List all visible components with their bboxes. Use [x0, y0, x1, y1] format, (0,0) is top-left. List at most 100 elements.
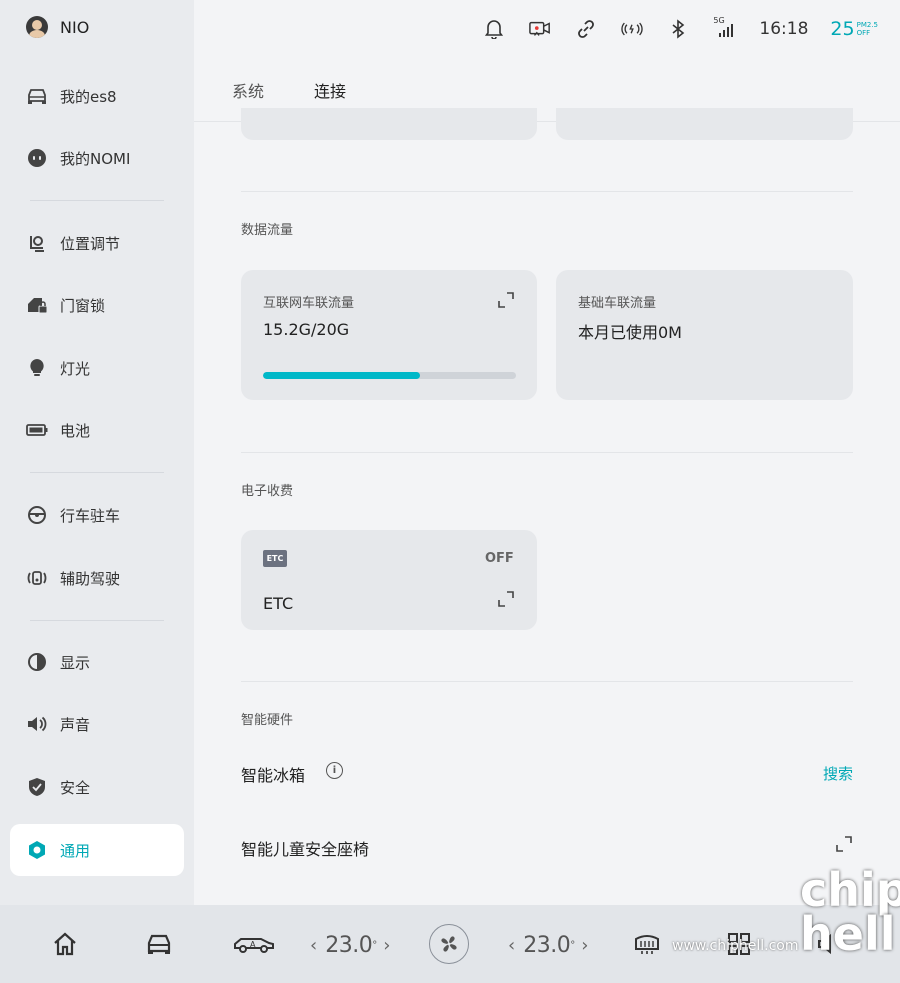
temp-down-left-icon[interactable]: ‹ — [310, 935, 317, 956]
sidebar-item-driving-parking[interactable]: 行车驻车 — [10, 489, 184, 541]
sidebar-item-label: 通用 — [60, 841, 91, 860]
sidebar-item-label: 我的NOMI — [60, 149, 131, 168]
pm25-state: OFF — [856, 29, 871, 37]
hotspot-icon[interactable] — [621, 18, 644, 40]
sidebar-divider — [30, 620, 164, 621]
clock: 16:18 — [759, 19, 809, 39]
watermark-url: www.chiphell.com — [672, 938, 799, 954]
display-contrast-icon — [26, 651, 48, 673]
car-front-icon — [26, 85, 48, 107]
pm25-value: 25 — [830, 18, 855, 40]
temp-up-left-icon[interactable]: › — [383, 935, 390, 956]
status-bar: 5G 16:18 25 PM2.5 OFF — [459, 14, 878, 44]
sidebar-item-label: 电池 — [60, 421, 91, 440]
sidebar-item-battery[interactable]: 电池 — [10, 404, 184, 456]
seat-adjust-icon — [26, 232, 48, 254]
scrolled-card-right[interactable] — [556, 108, 853, 140]
user-name: NIO — [60, 17, 90, 37]
sidebar-item-label: 声音 — [60, 715, 91, 734]
degree-icon: ° — [570, 940, 576, 951]
smart-fridge-label: 智能冰箱 — [241, 766, 306, 785]
data-usage-progress-fill — [263, 372, 420, 379]
home-icon[interactable] — [50, 929, 80, 959]
data-usage-progress — [263, 372, 516, 379]
network-type: 5G — [713, 16, 725, 25]
sidebar: NIO 我的es8 我的NOMI 位置调节 门窗锁 灯光 电池 行车驻车 辅助驾… — [0, 0, 194, 905]
expand-icon[interactable] — [498, 591, 514, 607]
sidebar-item-lights[interactable]: 灯光 — [10, 342, 184, 394]
temp-down-right-icon[interactable]: ‹ — [508, 935, 515, 956]
sidebar-item-door-lock[interactable]: 门窗锁 — [10, 279, 184, 331]
section-divider — [241, 681, 853, 682]
bluetooth-icon[interactable] — [667, 18, 689, 40]
sidebar-item-label: 行车驻车 — [60, 506, 121, 525]
avatar — [26, 16, 48, 38]
sidebar-item-display[interactable]: 显示 — [10, 636, 184, 688]
assist-drive-icon — [26, 567, 48, 589]
section-divider — [241, 191, 853, 192]
section-title-hardware: 智能硬件 — [241, 713, 294, 728]
sidebar-item-sound[interactable]: 声音 — [10, 698, 184, 750]
sidebar-item-label: 辅助驾驶 — [60, 569, 121, 588]
info-icon[interactable]: i — [326, 762, 343, 779]
expand-icon[interactable] — [836, 836, 852, 852]
speaker-icon — [26, 713, 48, 735]
auto-car-icon[interactable]: A — [232, 929, 276, 959]
steering-wheel-icon — [26, 504, 48, 526]
child-seat-label[interactable]: 智能儿童安全座椅 — [241, 836, 369, 860]
bell-icon[interactable] — [483, 18, 505, 40]
car-front-icon[interactable] — [144, 929, 174, 959]
internet-data-value: 15.2G/20G — [263, 320, 350, 339]
pm25-label-group: PM2.5 OFF — [857, 21, 878, 37]
nomi-face-icon — [26, 147, 48, 169]
sidebar-item-assist-driving[interactable]: 辅助驾驶 — [10, 552, 184, 604]
battery-icon — [26, 419, 48, 441]
etc-card[interactable] — [241, 530, 537, 630]
user-profile[interactable]: NIO — [26, 16, 89, 38]
pm25-indicator[interactable]: 25 PM2.5 OFF — [830, 18, 878, 40]
pm25-label: PM2.5 — [856, 21, 878, 29]
rear-defrost-icon[interactable] — [632, 929, 662, 959]
general-settings-icon — [26, 839, 48, 861]
section-title-data-usage: 数据流量 — [241, 223, 294, 238]
section-title-etc: 电子收费 — [241, 484, 294, 499]
door-lock-icon — [26, 294, 48, 316]
sidebar-item-label: 安全 — [60, 778, 91, 797]
sidebar-item-safety[interactable]: 安全 — [10, 761, 184, 813]
scrolled-card-left[interactable] — [241, 108, 537, 140]
etc-state[interactable]: OFF — [485, 551, 514, 566]
left-temperature-control: ‹ 23.0 ° › — [310, 933, 390, 958]
cellular-5g-icon: 5G — [713, 16, 735, 40]
etc-label: ETC — [263, 594, 294, 613]
shield-icon — [26, 776, 48, 798]
sidebar-item-my-nomi[interactable]: 我的NOMI — [10, 132, 184, 184]
sidebar-item-label: 位置调节 — [60, 234, 121, 253]
fan-icon[interactable] — [429, 924, 469, 964]
sidebar-item-label: 显示 — [60, 653, 91, 672]
basic-data-label: 基础车联流量 — [578, 296, 657, 311]
dashcam-icon[interactable] — [529, 18, 551, 40]
etc-badge-icon: ETC — [263, 550, 287, 567]
sidebar-item-label: 灯光 — [60, 359, 91, 378]
sidebar-item-my-es8[interactable]: 我的es8 — [10, 70, 184, 122]
sidebar-divider — [30, 472, 164, 473]
sidebar-item-seat-adjust[interactable]: 位置调节 — [10, 217, 184, 269]
basic-data-value: 本月已使用0M — [578, 323, 682, 342]
sidebar-divider — [30, 200, 164, 201]
sidebar-item-general[interactable]: 通用 — [10, 824, 184, 876]
watermark-logo: chip hell — [800, 863, 900, 961]
left-temperature: 23.0 — [325, 933, 373, 958]
sidebar-item-label: 我的es8 — [60, 87, 117, 106]
bulb-icon — [26, 357, 48, 379]
section-divider — [241, 452, 853, 453]
degree-icon: ° — [372, 940, 378, 951]
right-temperature: 23.0 — [523, 933, 571, 958]
temp-up-right-icon[interactable]: › — [581, 935, 588, 956]
internet-data-label: 互联网车联流量 — [263, 296, 355, 311]
svg-text:A: A — [250, 940, 256, 949]
right-temperature-control: ‹ 23.0 ° › — [508, 933, 588, 958]
link-icon[interactable] — [575, 18, 597, 40]
expand-icon[interactable] — [498, 292, 514, 308]
sidebar-item-label: 门窗锁 — [60, 296, 106, 315]
search-fridge-button[interactable]: 搜索 — [823, 763, 853, 784]
